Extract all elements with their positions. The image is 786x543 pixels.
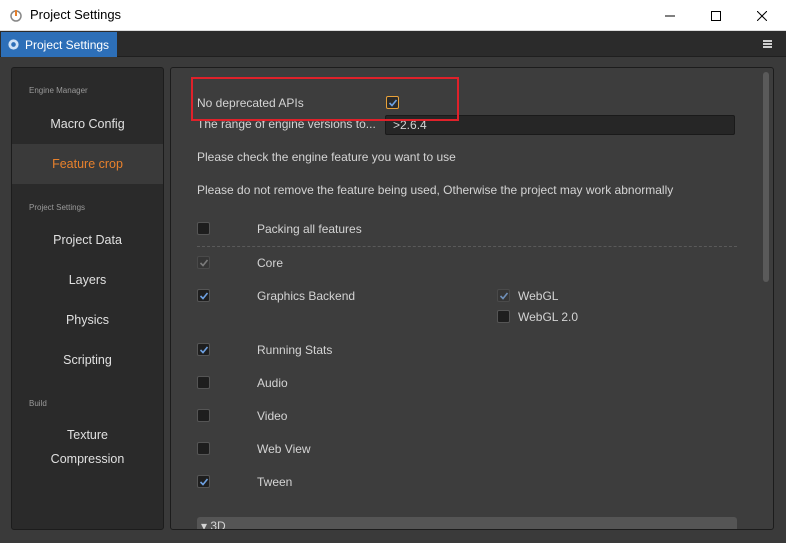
app-logo-icon <box>10 10 22 22</box>
feature-label-tween: Tween <box>257 475 293 489</box>
sidebar-item-label: Scripting <box>63 353 112 367</box>
maximize-icon <box>711 10 721 21</box>
sidebar-item-label-line1: Texture <box>67 428 108 442</box>
sidebar-section-engine-manager: Engine Manager <box>29 86 88 95</box>
sidebar-item-project-data[interactable]: Project Data <box>12 220 163 260</box>
version-range-label: The range of engine versions to... <box>197 117 376 131</box>
version-range-input[interactable]: >2.6.4 <box>385 115 735 135</box>
running-stats-checkbox[interactable] <box>197 343 210 356</box>
packing-all-features-checkbox[interactable] <box>197 222 210 235</box>
checkmark-icon <box>199 478 209 486</box>
window-title: Project Settings <box>30 7 122 22</box>
section-3d-label: 3D <box>210 519 226 530</box>
webgl2-checkbox[interactable] <box>497 310 510 323</box>
info-text-check: Please check the engine feature you want… <box>197 150 456 164</box>
section-3d-header[interactable]: ▾ 3D <box>197 517 737 530</box>
sidebar-item-label: Layers <box>68 273 107 287</box>
webgl2-label: WebGL 2.0 <box>518 310 579 324</box>
close-icon <box>757 10 767 21</box>
menu-icon[interactable] <box>763 40 772 48</box>
core-checkbox <box>197 256 210 269</box>
sidebar-section-build: Build <box>29 399 47 408</box>
packing-all-features-label: Packing all features <box>257 222 362 236</box>
editor-tabbar: Project Settings <box>0 31 786 57</box>
web-view-checkbox[interactable] <box>197 442 210 455</box>
sidebar-item-macro-config[interactable]: Macro Config <box>12 104 163 144</box>
window-titlebar: Project Settings <box>0 0 786 31</box>
checkmark-icon <box>499 292 509 300</box>
sidebar-item-label-line2: Compression <box>50 452 125 466</box>
checkmark-icon <box>199 292 209 300</box>
divider <box>197 246 737 247</box>
feature-label-graphics-backend: Graphics Backend <box>257 289 356 303</box>
webgl-checkbox <box>497 289 510 302</box>
video-checkbox[interactable] <box>197 409 210 422</box>
checkmark-icon <box>199 346 209 354</box>
minimize-button[interactable] <box>647 0 693 31</box>
minimize-icon <box>665 15 675 16</box>
gear-icon <box>8 39 19 50</box>
vertical-scrollbar[interactable] <box>763 72 769 282</box>
feature-label-running-stats: Running Stats <box>257 343 333 357</box>
sidebar-item-label: Macro Config <box>50 117 125 131</box>
sidebar-item-label: Physics <box>65 313 110 327</box>
deprecated-apis-label: No deprecated APIs <box>197 96 304 110</box>
tween-checkbox[interactable] <box>197 475 210 488</box>
feature-label-audio: Audio <box>257 376 288 390</box>
feature-label-core: Core <box>257 256 284 270</box>
settings-sidebar: Engine Manager Macro Config Feature crop… <box>11 67 164 530</box>
checkmark-icon <box>199 259 209 267</box>
checkmark-icon <box>388 99 398 107</box>
sidebar-item-scripting[interactable]: Scripting <box>12 340 163 380</box>
sidebar-item-label: Feature crop <box>52 157 123 171</box>
close-button[interactable] <box>739 0 785 31</box>
feature-crop-panel: No deprecated APIs The range of engine v… <box>170 67 774 530</box>
tab-label: Project Settings <box>25 37 110 52</box>
triangle-down-icon: ▾ <box>201 519 208 530</box>
sidebar-item-feature-crop[interactable]: Feature crop <box>12 144 163 184</box>
sidebar-item-layers[interactable]: Layers <box>12 260 163 300</box>
sidebar-item-physics[interactable]: Physics <box>12 300 163 340</box>
sidebar-item-texture-compression[interactable]: Texture Compression <box>12 422 163 472</box>
tab-project-settings[interactable]: Project Settings <box>1 32 117 57</box>
webgl-label: WebGL <box>518 289 559 303</box>
feature-label-video: Video <box>257 409 288 423</box>
graphics-backend-checkbox[interactable] <box>197 289 210 302</box>
sidebar-item-label: Project Data <box>53 233 122 247</box>
info-text-warning: Please do not remove the feature being u… <box>197 183 674 197</box>
sidebar-section-project-settings: Project Settings <box>29 203 86 212</box>
audio-checkbox[interactable] <box>197 376 210 389</box>
deprecated-apis-checkbox[interactable] <box>386 96 399 109</box>
feature-label-web-view: Web View <box>257 442 311 456</box>
maximize-button[interactable] <box>693 0 739 31</box>
